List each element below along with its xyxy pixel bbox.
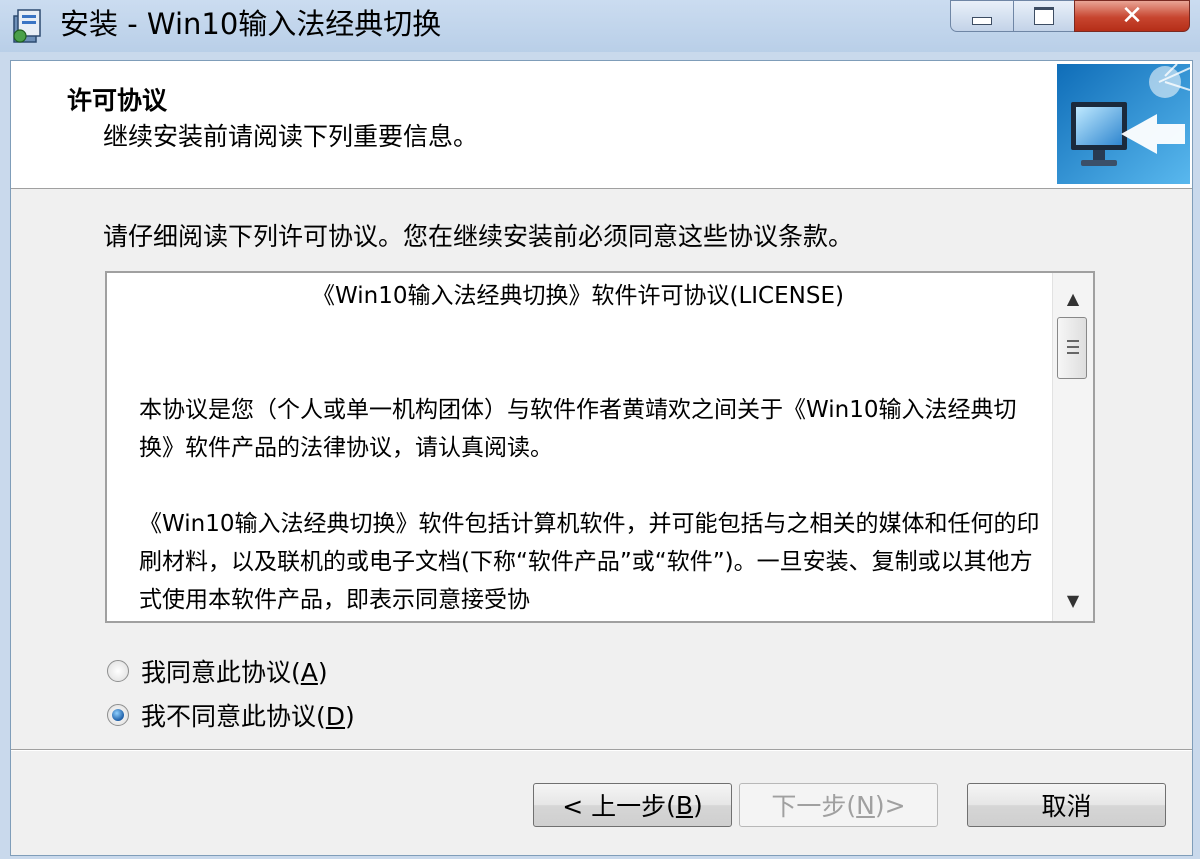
license-content: 《Win10输入法经典切换》软件许可协议(LICENSE) 本协议是您（个人或单… bbox=[111, 277, 1045, 619]
minimize-button[interactable] bbox=[950, 0, 1014, 32]
license-text-box[interactable]: 《Win10输入法经典切换》软件许可协议(LICENSE) 本协议是您（个人或单… bbox=[105, 271, 1095, 623]
page-title: 许可协议 bbox=[67, 86, 168, 115]
minimize-icon bbox=[972, 17, 992, 25]
next-button[interactable]: 下一步(N) > bbox=[739, 783, 938, 827]
accept-label: 我同意此协议(A) bbox=[141, 658, 328, 687]
license-heading: 《Win10输入法经典切换》软件许可协议(LICENSE) bbox=[312, 283, 844, 309]
page-subtitle: 继续安装前请阅读下列重要信息。 bbox=[103, 122, 479, 151]
license-paragraph: 《Win10输入法经典切换》软件包括计算机软件，并可能包括与之相关的媒体和任何的… bbox=[139, 511, 1040, 613]
back-button[interactable]: < 上一步(B) bbox=[533, 783, 732, 827]
dialog-client-area: 许可协议 继续安装前请阅读下列重要信息。 请仔细阅读下列许可协议。您在继续安装前… bbox=[10, 60, 1193, 856]
radio-accept[interactable] bbox=[107, 660, 129, 682]
wizard-computer-icon bbox=[1057, 64, 1190, 184]
license-paragraph: 本协议是您（个人或单一机构团体）与软件作者黄靖欢之间关于《Win10输入法经典切… bbox=[139, 397, 1017, 461]
accept-agreement-option[interactable]: 我同意此协议(A) bbox=[107, 653, 328, 689]
scroll-up-arrow-icon[interactable]: ▲ bbox=[1053, 281, 1093, 315]
radio-decline[interactable] bbox=[107, 704, 129, 726]
title-bar[interactable]: 安装 - Win10输入法经典切换 ✕ bbox=[0, 0, 1200, 52]
back-button-label: < 上一步 bbox=[562, 792, 667, 821]
decline-label: 我不同意此协议(D) bbox=[141, 702, 355, 731]
installer-icon bbox=[13, 9, 41, 43]
license-scrollbar[interactable]: ▲ ▼ bbox=[1052, 273, 1093, 621]
scroll-thumb[interactable] bbox=[1057, 317, 1087, 379]
license-instruction: 请仔细阅读下列许可协议。您在继续安装前必须同意这些协议条款。 bbox=[103, 222, 854, 251]
window-title: 安装 - Win10输入法经典切换 bbox=[60, 7, 442, 41]
maximize-icon bbox=[1034, 7, 1054, 25]
close-icon: ✕ bbox=[1121, 1, 1143, 31]
cancel-button[interactable]: 取消 bbox=[967, 783, 1166, 827]
scroll-down-arrow-icon[interactable]: ▼ bbox=[1053, 583, 1093, 617]
maximize-button[interactable] bbox=[1013, 0, 1075, 32]
wizard-header: 许可协议 继续安装前请阅读下列重要信息。 bbox=[11, 61, 1192, 189]
next-button-label: 下一步 bbox=[771, 792, 847, 821]
footer-separator bbox=[11, 749, 1192, 751]
decline-agreement-option[interactable]: 我不同意此协议(D) bbox=[107, 697, 355, 733]
close-button[interactable]: ✕ bbox=[1074, 0, 1190, 32]
